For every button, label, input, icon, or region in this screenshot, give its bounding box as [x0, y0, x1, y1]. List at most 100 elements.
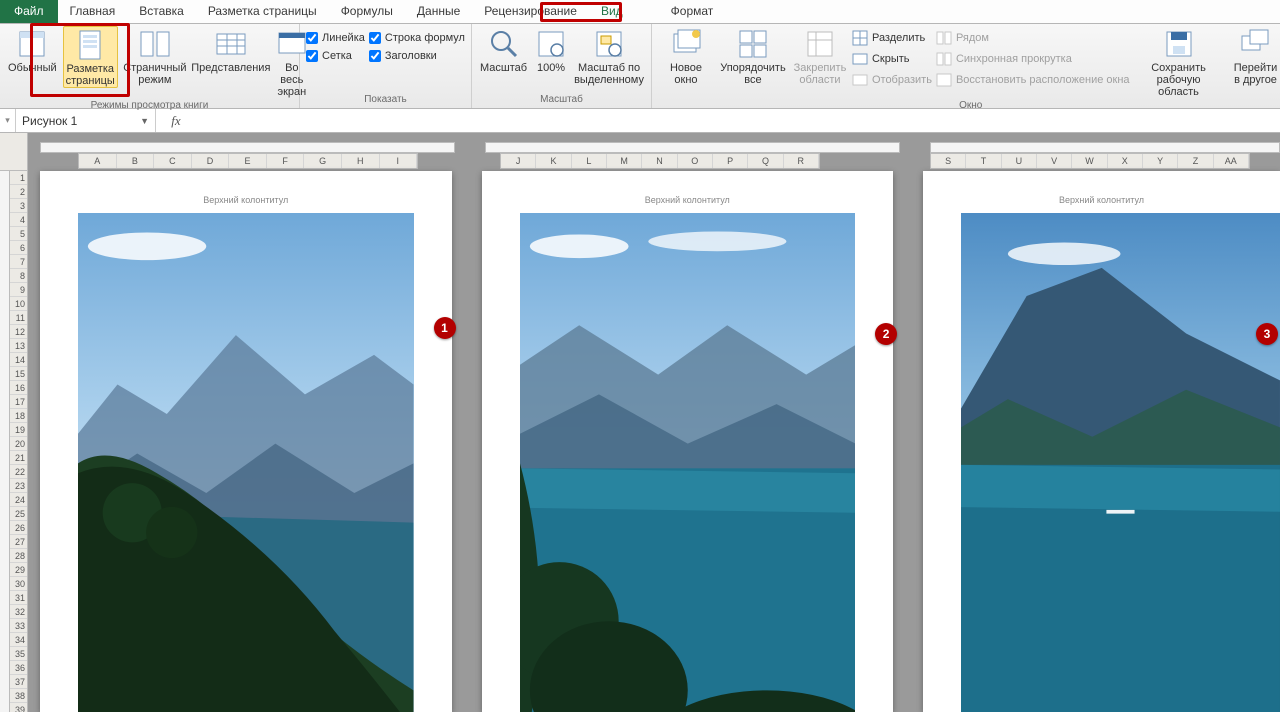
- page-header-3[interactable]: Верхний колонтитул: [923, 171, 1280, 213]
- row-header-3[interactable]: 3: [10, 199, 27, 213]
- row-header-12[interactable]: 12: [10, 325, 27, 339]
- row-header-4[interactable]: 4: [10, 213, 27, 227]
- row-header-32[interactable]: 32: [10, 605, 27, 619]
- row-header-9[interactable]: 9: [10, 283, 27, 297]
- hide-button[interactable]: Скрыть: [852, 50, 932, 68]
- column-header-V[interactable]: V: [1037, 154, 1072, 168]
- column-header-K[interactable]: K: [536, 154, 571, 168]
- row-header-33[interactable]: 33: [10, 619, 27, 633]
- column-header-Q[interactable]: Q: [748, 154, 783, 168]
- row-header-11[interactable]: 11: [10, 311, 27, 325]
- row-header-30[interactable]: 30: [10, 577, 27, 591]
- row-header-1[interactable]: 1: [10, 171, 27, 185]
- row-header-8[interactable]: 8: [10, 269, 27, 283]
- row-header-35[interactable]: 35: [10, 647, 27, 661]
- row-header-19[interactable]: 19: [10, 423, 27, 437]
- page-layout-button[interactable]: Разметка страницы: [63, 26, 118, 88]
- column-header-R[interactable]: R: [784, 154, 819, 168]
- select-all-corner[interactable]: [0, 133, 28, 171]
- row-header-25[interactable]: 25: [10, 507, 27, 521]
- tab-home[interactable]: Главная: [58, 0, 128, 23]
- save-workspace-button[interactable]: Сохранить рабочую область: [1134, 26, 1224, 98]
- tab-format[interactable]: Формат: [659, 0, 726, 23]
- row-header-7[interactable]: 7: [10, 255, 27, 269]
- column-header-O[interactable]: O: [678, 154, 713, 168]
- formula-bar-checkbox[interactable]: Строка формул: [369, 32, 465, 44]
- tab-pagelayout[interactable]: Разметка страницы: [196, 0, 329, 23]
- column-header-F[interactable]: F: [267, 154, 305, 168]
- tab-formulas[interactable]: Формулы: [329, 0, 405, 23]
- page-break-preview-button[interactable]: Страничный режим: [122, 26, 188, 86]
- row-header-29[interactable]: 29: [10, 563, 27, 577]
- embedded-image-3[interactable]: [961, 213, 1280, 712]
- row-headers[interactable]: 1234567891011121314151617181920212223242…: [10, 171, 28, 712]
- column-header-Z[interactable]: Z: [1178, 154, 1213, 168]
- row-header-23[interactable]: 23: [10, 479, 27, 493]
- embedded-image-2[interactable]: [520, 213, 856, 712]
- zoom-button[interactable]: Масштаб: [478, 26, 529, 74]
- headings-checkbox[interactable]: Заголовки: [369, 50, 465, 62]
- row-header-10[interactable]: 10: [10, 297, 27, 311]
- row-header-34[interactable]: 34: [10, 633, 27, 647]
- column-header-W[interactable]: W: [1072, 154, 1107, 168]
- row-header-39[interactable]: 39: [10, 703, 27, 712]
- tab-file[interactable]: Файл: [0, 0, 58, 23]
- row-header-27[interactable]: 27: [10, 535, 27, 549]
- fx-button[interactable]: fx: [156, 113, 196, 129]
- column-headers-3[interactable]: STUVWXYZAA: [930, 153, 1250, 169]
- gridlines-checkbox[interactable]: Сетка: [306, 50, 365, 62]
- ruler-checkbox[interactable]: Линейка: [306, 32, 365, 44]
- row-header-2[interactable]: 2: [10, 185, 27, 199]
- name-box-dropdown-icon[interactable]: ▼: [140, 116, 149, 126]
- column-headers-1[interactable]: ABCDEFGHI: [78, 153, 418, 169]
- row-header-21[interactable]: 21: [10, 451, 27, 465]
- column-header-A[interactable]: A: [79, 154, 117, 168]
- embedded-image-1[interactable]: [78, 213, 414, 712]
- row-header-31[interactable]: 31: [10, 591, 27, 605]
- column-header-H[interactable]: H: [342, 154, 380, 168]
- zoom-100-button[interactable]: 100%: [533, 26, 569, 74]
- freeze-panes-button[interactable]: Закрепить области: [792, 26, 848, 86]
- column-header-G[interactable]: G: [304, 154, 342, 168]
- row-header-13[interactable]: 13: [10, 339, 27, 353]
- arrange-all-button[interactable]: Упорядочить все: [718, 26, 788, 86]
- page-header-2[interactable]: Верхний колонтитул: [482, 171, 894, 213]
- column-headers-2[interactable]: JKLMNOPQR: [500, 153, 820, 169]
- column-header-N[interactable]: N: [642, 154, 677, 168]
- row-header-18[interactable]: 18: [10, 409, 27, 423]
- column-header-C[interactable]: C: [154, 154, 192, 168]
- column-header-U[interactable]: U: [1002, 154, 1037, 168]
- column-header-T[interactable]: T: [966, 154, 1001, 168]
- column-header-M[interactable]: M: [607, 154, 642, 168]
- normal-view-button[interactable]: Обычный: [6, 26, 59, 74]
- column-header-Y[interactable]: Y: [1143, 154, 1178, 168]
- row-header-5[interactable]: 5: [10, 227, 27, 241]
- column-header-I[interactable]: I: [380, 154, 418, 168]
- column-header-P[interactable]: P: [713, 154, 748, 168]
- worksheet-area[interactable]: ABCDEFGHI JKLMNOPQR STUVWXYZAA 123456789…: [0, 133, 1280, 712]
- column-header-J[interactable]: J: [501, 154, 536, 168]
- column-header-S[interactable]: S: [931, 154, 966, 168]
- row-header-20[interactable]: 20: [10, 437, 27, 451]
- row-header-17[interactable]: 17: [10, 395, 27, 409]
- page-header-1[interactable]: Верхний колонтитул: [40, 171, 452, 213]
- column-header-E[interactable]: E: [229, 154, 267, 168]
- column-header-D[interactable]: D: [192, 154, 230, 168]
- column-header-AA[interactable]: AA: [1214, 154, 1249, 168]
- tab-insert[interactable]: Вставка: [127, 0, 196, 23]
- row-header-22[interactable]: 22: [10, 465, 27, 479]
- column-header-L[interactable]: L: [572, 154, 607, 168]
- zoom-selection-button[interactable]: Масштаб по выделенному: [573, 26, 645, 86]
- row-header-38[interactable]: 38: [10, 689, 27, 703]
- new-window-button[interactable]: Новое окно: [658, 26, 714, 86]
- split-button[interactable]: Разделить: [852, 29, 932, 47]
- row-header-6[interactable]: 6: [10, 241, 27, 255]
- row-header-14[interactable]: 14: [10, 353, 27, 367]
- row-header-16[interactable]: 16: [10, 381, 27, 395]
- row-header-28[interactable]: 28: [10, 549, 27, 563]
- row-header-36[interactable]: 36: [10, 661, 27, 675]
- custom-views-button[interactable]: Представления: [192, 26, 270, 74]
- tab-data[interactable]: Данные: [405, 0, 472, 23]
- column-header-X[interactable]: X: [1108, 154, 1143, 168]
- switch-windows-button[interactable]: Перейти в другое: [1228, 26, 1280, 86]
